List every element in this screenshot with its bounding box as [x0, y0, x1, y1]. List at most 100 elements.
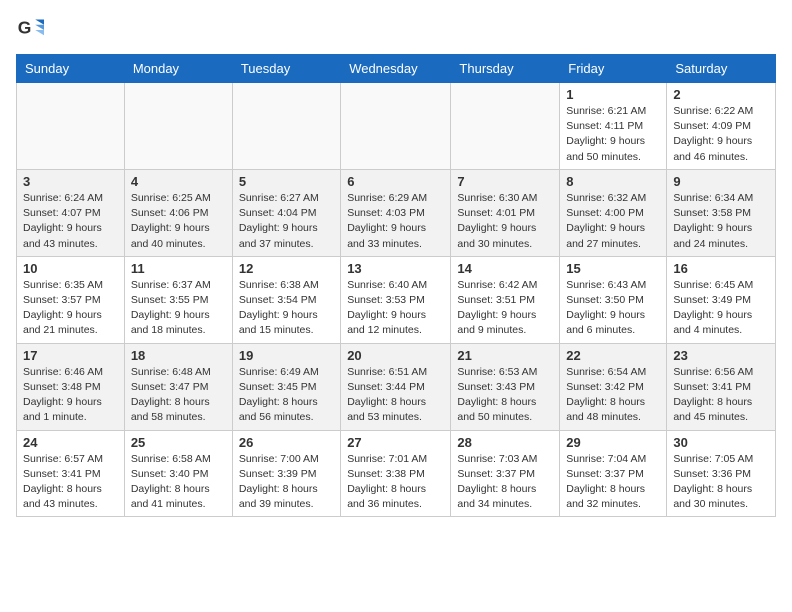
calendar-week-row: 24 Sunrise: 6:57 AMSunset: 3:41 PMDayligh…: [17, 430, 776, 517]
calendar-cell: [124, 83, 232, 170]
day-number: 7: [457, 174, 553, 189]
calendar-cell: 27Sunrise: 7:01 AMSunset: 3:38 PMDayligh…: [341, 430, 451, 517]
svg-text:G: G: [18, 18, 32, 38]
calendar-week-row: 3 Sunrise: 6:24 AMSunset: 4:07 PMDaylight…: [17, 169, 776, 256]
day-number: 1: [566, 87, 660, 102]
day-detail: Sunrise: 6:49 AMSunset: 3:45 PMDaylight:…: [239, 365, 334, 426]
calendar-cell: 7 Sunrise: 6:30 AMSunset: 4:01 PMDaylight…: [451, 169, 560, 256]
day-detail: Sunrise: 7:04 AMSunset: 3:37 PMDaylight:…: [566, 452, 660, 513]
day-detail: Sunrise: 6:37 AMSunset: 3:55 PMDaylight:…: [131, 278, 226, 339]
calendar-header-thursday: Thursday: [451, 55, 560, 83]
calendar-cell: 8 Sunrise: 6:32 AMSunset: 4:00 PMDaylight…: [560, 169, 667, 256]
calendar-cell: [341, 83, 451, 170]
day-number: 28: [457, 435, 553, 450]
calendar-cell: 23Sunrise: 6:56 AMSunset: 3:41 PMDayligh…: [667, 343, 776, 430]
day-detail: Sunrise: 6:32 AMSunset: 4:00 PMDaylight:…: [566, 191, 660, 252]
calendar-cell: [17, 83, 125, 170]
calendar-week-row: 17 Sunrise: 6:46 AMSunset: 3:48 PMDayligh…: [17, 343, 776, 430]
calendar-cell: 17 Sunrise: 6:46 AMSunset: 3:48 PMDayligh…: [17, 343, 125, 430]
day-detail: Sunrise: 6:34 AMSunset: 3:58 PMDaylight:…: [673, 191, 769, 252]
day-number: 25: [131, 435, 226, 450]
calendar-cell: 6 Sunrise: 6:29 AMSunset: 4:03 PMDaylight…: [341, 169, 451, 256]
page-header: G: [16, 16, 776, 44]
calendar-cell: 25 Sunrise: 6:58 AMSunset: 3:40 PMDayligh…: [124, 430, 232, 517]
day-number: 8: [566, 174, 660, 189]
calendar-cell: 26Sunrise: 7:00 AMSunset: 3:39 PMDayligh…: [232, 430, 340, 517]
day-detail: Sunrise: 6:51 AMSunset: 3:44 PMDaylight:…: [347, 365, 444, 426]
day-detail: Sunrise: 7:03 AMSunset: 3:37 PMDaylight:…: [457, 452, 553, 513]
calendar-cell: 10 Sunrise: 6:35 AMSunset: 3:57 PMDayligh…: [17, 256, 125, 343]
calendar-cell: 21 Sunrise: 6:53 AMSunset: 3:43 PMDayligh…: [451, 343, 560, 430]
calendar-cell: 13 Sunrise: 6:40 AMSunset: 3:53 PMDayligh…: [341, 256, 451, 343]
calendar-cell: 22 Sunrise: 6:54 AMSunset: 3:42 PMDayligh…: [560, 343, 667, 430]
day-detail: Sunrise: 6:58 AMSunset: 3:40 PMDaylight:…: [131, 452, 226, 513]
calendar-cell: 28 Sunrise: 7:03 AMSunset: 3:37 PMDayligh…: [451, 430, 560, 517]
day-detail: Sunrise: 6:30 AMSunset: 4:01 PMDaylight:…: [457, 191, 553, 252]
calendar-cell: 15 Sunrise: 6:43 AMSunset: 3:50 PMDayligh…: [560, 256, 667, 343]
day-detail: Sunrise: 6:35 AMSunset: 3:57 PMDaylight:…: [23, 278, 118, 339]
day-number: 4: [131, 174, 226, 189]
day-detail: Sunrise: 6:24 AMSunset: 4:07 PMDaylight:…: [23, 191, 118, 252]
day-number: 9: [673, 174, 769, 189]
day-detail: Sunrise: 6:46 AMSunset: 3:48 PMDaylight:…: [23, 365, 118, 426]
calendar-header-saturday: Saturday: [667, 55, 776, 83]
calendar-cell: 1 Sunrise: 6:21 AMSunset: 4:11 PMDaylight…: [560, 83, 667, 170]
day-detail: Sunrise: 7:05 AMSunset: 3:36 PMDaylight:…: [673, 452, 769, 513]
day-detail: Sunrise: 6:45 AMSunset: 3:49 PMDaylight:…: [673, 278, 769, 339]
day-number: 13: [347, 261, 444, 276]
day-number: 23: [673, 348, 769, 363]
day-number: 2: [673, 87, 769, 102]
day-number: 17: [23, 348, 118, 363]
day-number: 21: [457, 348, 553, 363]
day-number: 16: [673, 261, 769, 276]
day-number: 11: [131, 261, 226, 276]
day-number: 26: [239, 435, 334, 450]
calendar-week-row: 1 Sunrise: 6:21 AMSunset: 4:11 PMDaylight…: [17, 83, 776, 170]
calendar-header-sunday: Sunday: [17, 55, 125, 83]
day-detail: Sunrise: 6:54 AMSunset: 3:42 PMDaylight:…: [566, 365, 660, 426]
calendar-header-wednesday: Wednesday: [341, 55, 451, 83]
day-number: 14: [457, 261, 553, 276]
day-detail: Sunrise: 6:22 AMSunset: 4:09 PMDaylight:…: [673, 104, 769, 165]
day-number: 30: [673, 435, 769, 450]
calendar-cell: 12 Sunrise: 6:38 AMSunset: 3:54 PMDayligh…: [232, 256, 340, 343]
calendar-cell: 14 Sunrise: 6:42 AMSunset: 3:51 PMDayligh…: [451, 256, 560, 343]
calendar-cell: 9 Sunrise: 6:34 AMSunset: 3:58 PMDaylight…: [667, 169, 776, 256]
day-detail: Sunrise: 7:01 AMSunset: 3:38 PMDaylight:…: [347, 452, 444, 513]
calendar-cell: 30 Sunrise: 7:05 AMSunset: 3:36 PMDayligh…: [667, 430, 776, 517]
day-detail: Sunrise: 6:48 AMSunset: 3:47 PMDaylight:…: [131, 365, 226, 426]
day-number: 5: [239, 174, 334, 189]
day-number: 10: [23, 261, 118, 276]
day-number: 24: [23, 435, 118, 450]
day-number: 3: [23, 174, 118, 189]
day-detail: Sunrise: 6:53 AMSunset: 3:43 PMDaylight:…: [457, 365, 553, 426]
day-detail: Sunrise: 6:38 AMSunset: 3:54 PMDaylight:…: [239, 278, 334, 339]
calendar-table: SundayMondayTuesdayWednesdayThursdayFrid…: [16, 54, 776, 517]
day-detail: Sunrise: 6:21 AMSunset: 4:11 PMDaylight:…: [566, 104, 660, 165]
day-detail: Sunrise: 6:40 AMSunset: 3:53 PMDaylight:…: [347, 278, 444, 339]
day-number: 12: [239, 261, 334, 276]
day-number: 22: [566, 348, 660, 363]
day-number: 18: [131, 348, 226, 363]
calendar-cell: [232, 83, 340, 170]
calendar-cell: 19Sunrise: 6:49 AMSunset: 3:45 PMDayligh…: [232, 343, 340, 430]
calendar-cell: 20 Sunrise: 6:51 AMSunset: 3:44 PMDayligh…: [341, 343, 451, 430]
day-detail: Sunrise: 6:43 AMSunset: 3:50 PMDaylight:…: [566, 278, 660, 339]
calendar-header-friday: Friday: [560, 55, 667, 83]
day-detail: Sunrise: 6:57 AMSunset: 3:41 PMDaylight:…: [23, 452, 118, 513]
calendar-header-monday: Monday: [124, 55, 232, 83]
day-number: 20: [347, 348, 444, 363]
day-detail: Sunrise: 6:25 AMSunset: 4:06 PMDaylight:…: [131, 191, 226, 252]
day-detail: Sunrise: 6:29 AMSunset: 4:03 PMDaylight:…: [347, 191, 444, 252]
calendar-cell: 5Sunrise: 6:27 AMSunset: 4:04 PMDaylight…: [232, 169, 340, 256]
logo-icon: G: [16, 16, 44, 44]
calendar-cell: 3 Sunrise: 6:24 AMSunset: 4:07 PMDaylight…: [17, 169, 125, 256]
calendar-cell: 24 Sunrise: 6:57 AMSunset: 3:41 PMDayligh…: [17, 430, 125, 517]
day-detail: Sunrise: 6:42 AMSunset: 3:51 PMDaylight:…: [457, 278, 553, 339]
day-number: 15: [566, 261, 660, 276]
logo: G: [16, 16, 48, 44]
calendar-header-row: SundayMondayTuesdayWednesdayThursdayFrid…: [17, 55, 776, 83]
calendar-cell: 4 Sunrise: 6:25 AMSunset: 4:06 PMDaylight…: [124, 169, 232, 256]
day-number: 29: [566, 435, 660, 450]
day-number: 6: [347, 174, 444, 189]
